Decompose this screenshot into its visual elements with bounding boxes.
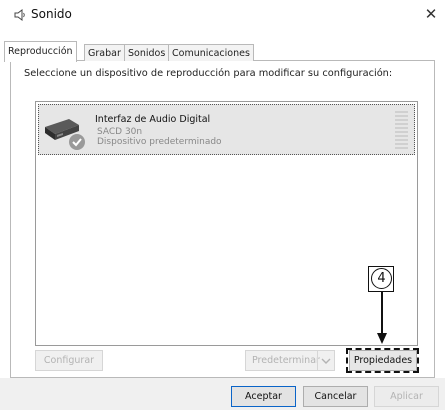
step-number: 4: [371, 268, 392, 289]
device-model: SACD 30n: [97, 127, 143, 137]
chevron-down-icon: [321, 358, 331, 364]
default-check-icon: [69, 134, 85, 150]
audio-device-icon: [45, 119, 85, 150]
speaker-icon: [14, 9, 25, 21]
device-name: Interfaz de Audio Digital: [95, 114, 211, 125]
arrow-down-icon: [377, 291, 387, 344]
tab-sonidos[interactable]: Sonidos: [124, 44, 170, 61]
configure-button[interactable]: Configurar: [35, 350, 103, 371]
step-callout: 4: [368, 266, 394, 292]
instruction-text: Seleccione un dispositivo de reproducció…: [24, 68, 393, 79]
tab-reproduccion[interactable]: Reproducción: [4, 41, 77, 62]
set-default-button[interactable]: Predeterminar: [245, 350, 335, 371]
device-list-item[interactable]: Interfaz de Audio Digital SACD 30n Dispo…: [38, 104, 415, 155]
playback-device-list[interactable]: Interfaz de Audio Digital SACD 30n Dispo…: [35, 101, 418, 346]
close-icon: ✕: [424, 5, 438, 23]
window-title: Sonido: [31, 7, 72, 21]
cancel-button[interactable]: Cancelar: [303, 386, 368, 407]
set-default-label: Predeterminar: [252, 355, 320, 366]
device-status: Dispositivo predeterminado: [97, 137, 222, 147]
apply-button[interactable]: Aplicar: [374, 386, 439, 407]
tab-comunicaciones[interactable]: Comunicaciones: [168, 44, 254, 61]
tab-grabar[interactable]: Grabar: [84, 44, 125, 61]
ok-button[interactable]: Aceptar: [231, 386, 296, 407]
properties-button[interactable]: Propiedades: [349, 350, 417, 371]
sound-dialog: Sonido ✕ Reproducción Grabar Sonidos Com…: [0, 0, 445, 410]
dialog-footer: Aceptar Cancelar Aplicar: [0, 378, 445, 410]
volume-level-meter: [395, 111, 408, 149]
close-button[interactable]: ✕: [423, 6, 439, 22]
dropdown-arrow[interactable]: [317, 351, 334, 370]
title-bar: Sonido ✕: [0, 0, 445, 28]
